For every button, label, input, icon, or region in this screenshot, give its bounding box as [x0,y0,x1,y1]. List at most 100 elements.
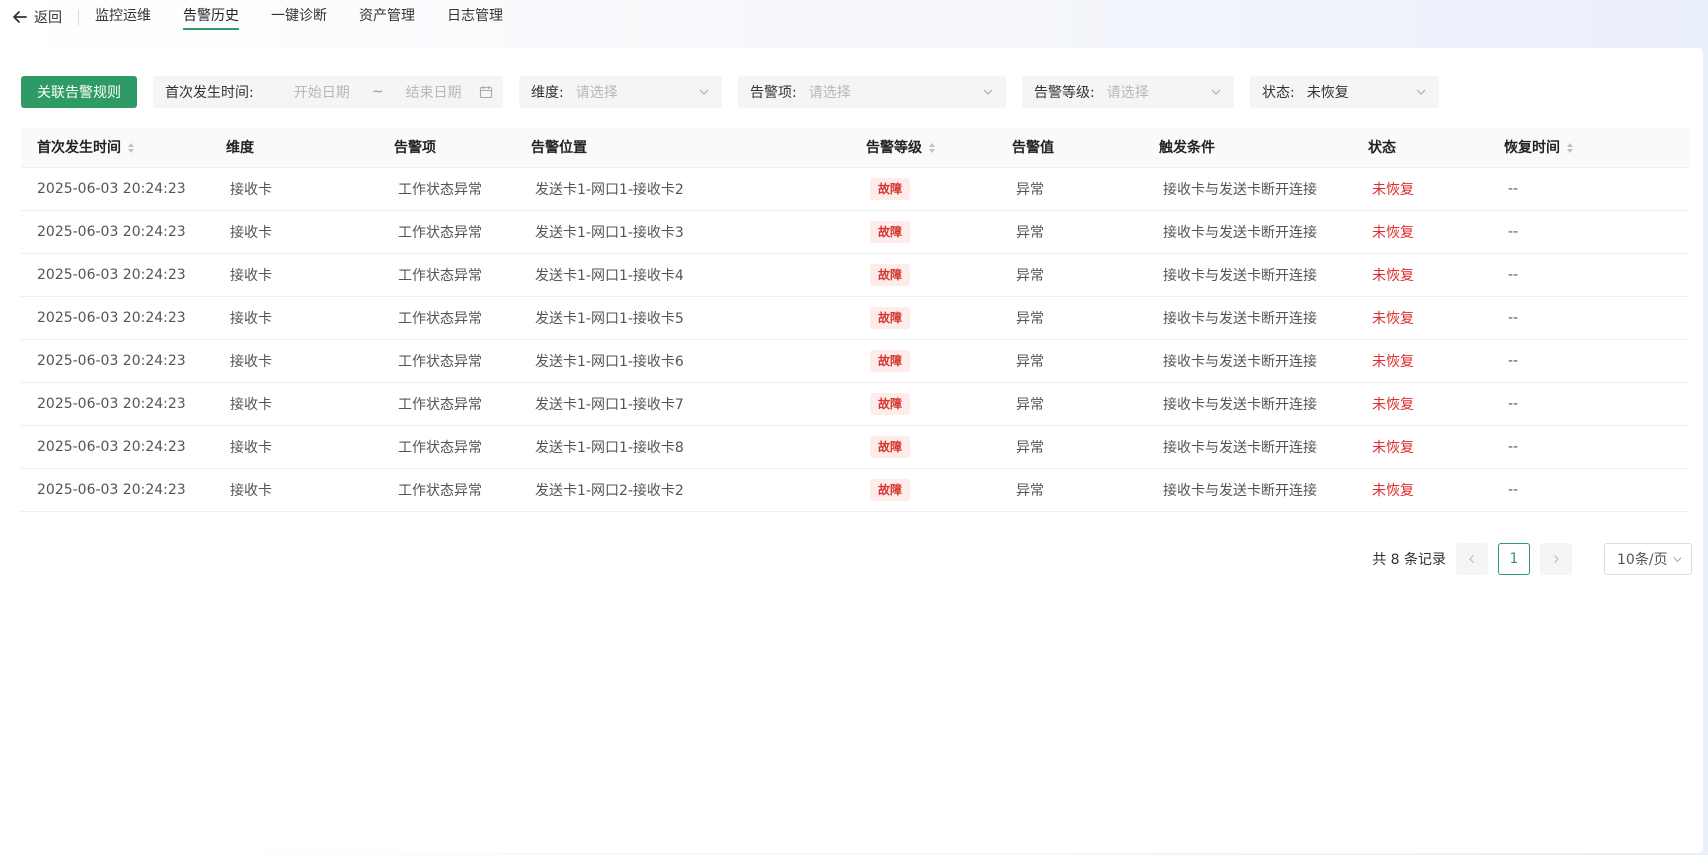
cell-alarm-item: 工作状态异常 [378,468,515,512]
tab-logs[interactable]: 日志管理 [447,0,503,34]
status-select[interactable]: 状态: 未恢复 [1250,76,1439,108]
sort-icon[interactable] [127,142,135,154]
col-header-item: 告警项 [378,128,515,168]
cell-level: 故障 [850,253,996,297]
cell-alarm-item: 工作状态异常 [378,296,515,340]
cell-location: 发送卡1-网口1-接收卡6 [515,339,850,383]
cell-condition: 接收卡与发送卡断开连接 [1143,253,1352,297]
cell-alarm-value: 异常 [996,210,1143,254]
cell-alarm-value: 异常 [996,425,1143,469]
status-value: 未恢复 [1306,85,1349,101]
next-page-button[interactable] [1540,543,1572,575]
end-date-input[interactable]: 结束日期 [405,82,461,102]
cell-time: 2025-06-03 20:24:23 [21,382,210,426]
col-header-recover-time[interactable]: 恢复时间 [1488,128,1689,168]
dimension-select[interactable]: 维度: 请选择 [519,76,722,108]
chevron-down-icon [1211,89,1221,95]
cell-time: 2025-06-03 20:24:23 [21,253,210,297]
chevron-right-icon [1554,555,1559,563]
cell-alarm-value: 异常 [996,167,1143,211]
tab-assets[interactable]: 资产管理 [359,0,415,34]
fault-level-badge: 故障 [870,177,911,200]
cell-level: 故障 [850,425,996,469]
cell-alarm-item: 工作状态异常 [378,339,515,383]
col-header-status: 状态 [1352,128,1488,168]
main-panel: 关联告警规则 首次发生时间: 开始日期 ~ 结束日期 维度: 请选择 告警项: … [5,48,1703,853]
cell-location: 发送卡1-网口1-接收卡3 [515,210,850,254]
cell-level: 故障 [850,210,996,254]
fault-level-badge: 故障 [870,263,911,286]
alarm-level-select[interactable]: 告警等级: 请选择 [1022,76,1234,108]
table-row: 2025-06-03 20:24:23 接收卡 工作状态异常 发送卡1-网口1-接收卡… [21,296,1689,340]
cell-condition: 接收卡与发送卡断开连接 [1143,468,1352,512]
alarm-item-placeholder: 请选择 [808,85,851,101]
cell-recover-time: -- [1488,210,1689,254]
cell-recover-time: -- [1488,425,1689,469]
time-range-filter[interactable]: 首次发生时间: 开始日期 ~ 结束日期 [153,76,503,108]
cell-location: 发送卡1-网口1-接收卡4 [515,253,850,297]
table-row: 2025-06-03 20:24:23 接收卡 工作状态异常 发送卡1-网口2-接收卡… [21,468,1689,512]
back-label: 返回 [34,10,62,26]
cell-alarm-value: 异常 [996,296,1143,340]
back-button[interactable]: 返回 [12,7,62,27]
tab-monitoring[interactable]: 监控运维 [95,0,151,34]
cell-recover-time: -- [1488,382,1689,426]
cell-alarm-item: 工作状态异常 [378,167,515,211]
page-number-button[interactable]: 1 [1498,543,1530,575]
fault-level-badge: 故障 [870,306,911,329]
tab-diagnosis[interactable]: 一键诊断 [271,0,327,34]
cell-status: 未恢复 [1352,296,1488,340]
chevron-down-icon [983,89,993,95]
chevron-left-icon [1469,555,1474,563]
cell-time: 2025-06-03 20:24:23 [21,210,210,254]
total-records: 共 8 条记录 [1372,552,1446,568]
fault-level-badge: 故障 [870,478,911,501]
link-alarm-rule-button[interactable]: 关联告警规则 [21,76,137,108]
alarm-history-table: 首次发生时间 维度 告警项 告警位置 告警等级 告警值 触发条件 状态 恢复时间… [21,128,1689,512]
cell-status: 未恢复 [1352,339,1488,383]
dimension-placeholder: 请选择 [575,85,618,101]
cell-condition: 接收卡与发送卡断开连接 [1143,425,1352,469]
table-row: 2025-06-03 20:24:23 接收卡 工作状态异常 发送卡1-网口1-接收卡… [21,339,1689,383]
table-header-row: 首次发生时间 维度 告警项 告警位置 告警等级 告警值 触发条件 状态 恢复时间 [21,128,1689,168]
prev-page-button[interactable] [1456,543,1488,575]
cell-time: 2025-06-03 20:24:23 [21,296,210,340]
cell-recover-time: -- [1488,468,1689,512]
col-header-time[interactable]: 首次发生时间 [21,128,210,168]
page-size-value: 10条/页 [1617,552,1668,568]
cell-location: 发送卡1-网口1-接收卡5 [515,296,850,340]
cell-alarm-item: 工作状态异常 [378,253,515,297]
cell-condition: 接收卡与发送卡断开连接 [1143,167,1352,211]
alarm-level-label: 告警等级: [1034,85,1095,101]
table-row: 2025-06-03 20:24:23 接收卡 工作状态异常 发送卡1-网口1-接收卡… [21,253,1689,297]
cell-condition: 接收卡与发送卡断开连接 [1143,210,1352,254]
status-label: 状态: [1262,85,1295,101]
cell-dimension: 接收卡 [210,210,378,254]
cell-recover-time: -- [1488,296,1689,340]
start-date-input[interactable]: 开始日期 [294,82,350,102]
tab-alarm-history[interactable]: 告警历史 [183,0,239,34]
cell-location: 发送卡1-网口1-接收卡2 [515,167,850,211]
page-size-select[interactable]: 10条/页 [1604,543,1692,575]
fault-level-badge: 故障 [870,435,911,458]
cell-status: 未恢复 [1352,382,1488,426]
fault-level-badge: 故障 [870,220,911,243]
table-row: 2025-06-03 20:24:23 接收卡 工作状态异常 发送卡1-网口1-接收卡… [21,425,1689,469]
arrow-left-icon [13,11,27,23]
calendar-icon [479,86,493,99]
cell-location: 发送卡1-网口2-接收卡2 [515,468,850,512]
cell-alarm-value: 异常 [996,468,1143,512]
col-header-level[interactable]: 告警等级 [850,128,996,168]
sort-icon[interactable] [1566,142,1574,154]
cell-level: 故障 [850,167,996,211]
cell-alarm-value: 异常 [996,382,1143,426]
cell-recover-time: -- [1488,253,1689,297]
cell-dimension: 接收卡 [210,253,378,297]
table-row: 2025-06-03 20:24:23 接收卡 工作状态异常 发送卡1-网口1-接收卡… [21,382,1689,426]
cell-alarm-item: 工作状态异常 [378,210,515,254]
alarm-item-select[interactable]: 告警项: 请选择 [738,76,1006,108]
nav-divider [78,9,79,25]
cell-dimension: 接收卡 [210,425,378,469]
sort-icon[interactable] [928,142,936,154]
dimension-label: 维度: [531,85,564,101]
